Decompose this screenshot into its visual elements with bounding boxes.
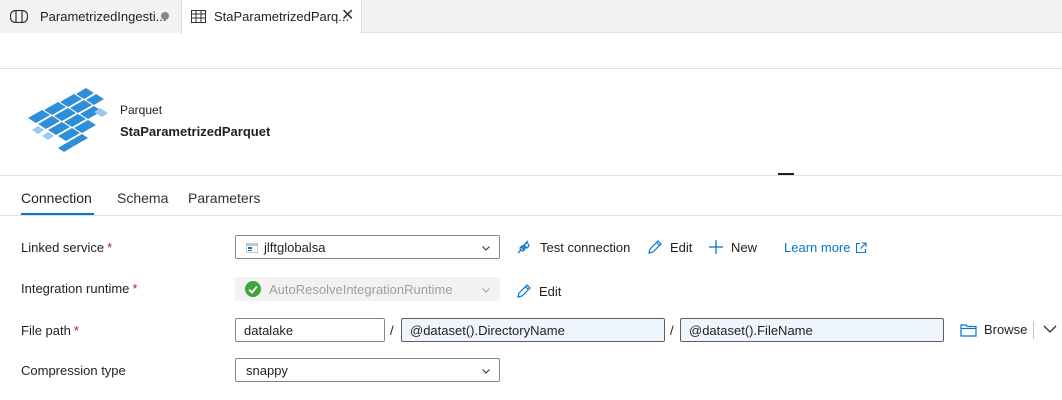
- tab-label: ParametrizedIngesti...: [40, 9, 167, 24]
- pencil-icon: [648, 240, 662, 254]
- file-path-file-input[interactable]: @dataset().FileName: [680, 318, 944, 342]
- unsaved-dot-icon: [161, 12, 169, 20]
- file-path-label: File path *: [21, 323, 79, 338]
- close-icon[interactable]: ✕: [341, 7, 354, 25]
- folder-icon: [960, 323, 977, 337]
- integration-runtime-select: AutoResolveIntegrationRuntime: [235, 277, 500, 301]
- path-separator: /: [390, 323, 394, 338]
- success-check-icon: [245, 281, 261, 297]
- file-path-container-input[interactable]: datalake: [235, 318, 385, 342]
- tab-parameters[interactable]: Parameters: [188, 190, 260, 206]
- tabs-divider: [0, 215, 1062, 216]
- linked-service-label: Linked service *: [21, 240, 113, 255]
- tab-strip: ParametrizedIngesti... StaParametrizedPa…: [0, 0, 1062, 34]
- chevron-down-icon[interactable]: [1043, 324, 1057, 334]
- chevron-down-icon: [482, 369, 490, 374]
- storage-account-icon: [246, 243, 258, 253]
- tab-label: StaParametrizedParq...: [214, 9, 350, 24]
- pencil-icon: [517, 284, 531, 298]
- new-linked-service-button[interactable]: New: [708, 239, 757, 255]
- edit-integration-runtime-button[interactable]: Edit: [516, 283, 561, 299]
- dataset-type: Parquet: [120, 103, 163, 117]
- external-link-icon: [856, 241, 868, 253]
- path-separator: /: [670, 323, 674, 338]
- linked-service-value: jlftglobalsa: [264, 240, 326, 255]
- integration-runtime-value: AutoResolveIntegrationRuntime: [269, 282, 453, 297]
- parquet-dataset-icon: [28, 88, 108, 152]
- compression-type-label: Compression type: [21, 363, 126, 378]
- integration-runtime-label: Integration runtime *: [21, 281, 138, 296]
- learn-more-link[interactable]: Learn more: [784, 240, 868, 255]
- plus-icon: [709, 240, 723, 254]
- linked-service-select[interactable]: jlftglobalsa: [235, 235, 500, 259]
- compression-type-select[interactable]: snappy: [235, 358, 500, 382]
- tab-schema[interactable]: Schema: [117, 190, 168, 206]
- button-divider: [1033, 321, 1034, 339]
- tab-dataset[interactable]: StaParametrizedParq... ✕: [181, 0, 362, 34]
- tab-pipeline[interactable]: ParametrizedIngesti...: [0, 0, 181, 33]
- pipeline-icon: [10, 10, 28, 23]
- chevron-down-icon: [482, 288, 490, 293]
- tab-connection[interactable]: Connection: [21, 190, 92, 206]
- table-icon: [191, 10, 206, 23]
- chevron-down-icon: [482, 246, 490, 251]
- toolbar-divider: [0, 68, 1062, 69]
- dataset-name: StaParametrizedParquet: [120, 124, 271, 139]
- file-path-directory-input[interactable]: @dataset().DirectoryName: [401, 318, 665, 342]
- test-connection-button[interactable]: Test connection: [516, 239, 630, 255]
- edit-linked-service-button[interactable]: Edit: [647, 239, 692, 255]
- browse-button[interactable]: Browse: [960, 322, 1027, 337]
- panel-splitter-handle[interactable]: [778, 173, 794, 175]
- compression-type-value: snappy: [246, 363, 288, 378]
- header-divider: [0, 175, 1062, 176]
- plug-icon: [517, 240, 530, 254]
